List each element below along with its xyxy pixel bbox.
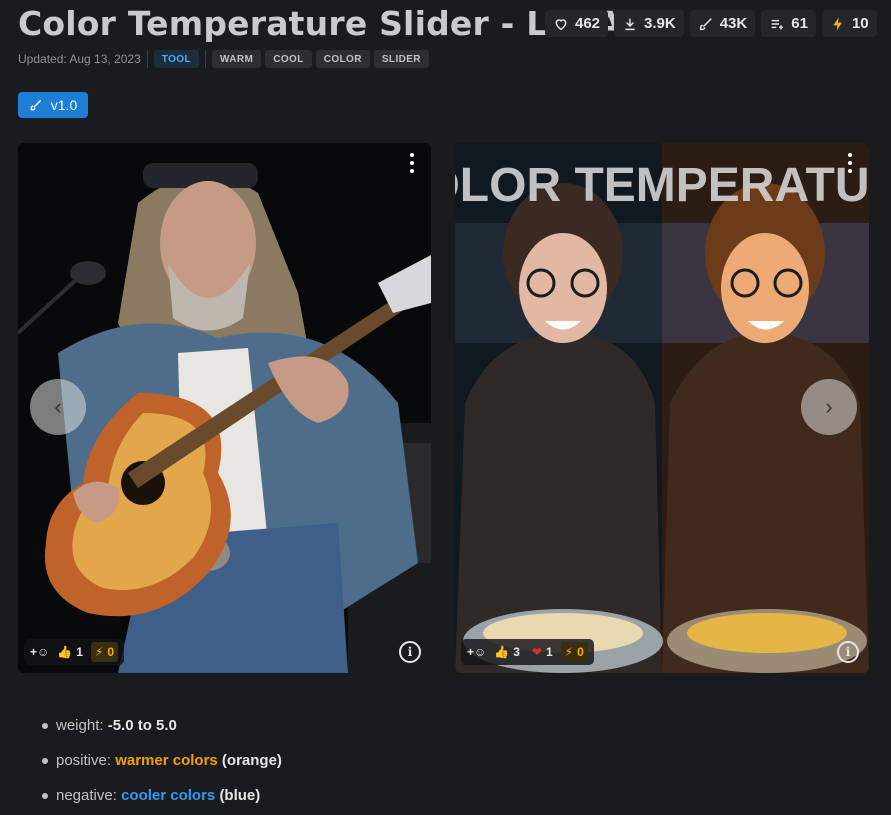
generation-stat[interactable]: 43K (689, 10, 756, 37)
version-label: v1.0 (50, 97, 78, 113)
buzz-stat[interactable]: 10 (821, 10, 877, 37)
collection-stat[interactable]: 61 (761, 10, 816, 37)
like-count: 462 (575, 15, 601, 32)
tag-warm[interactable]: WARM (211, 50, 262, 68)
more-options-icon[interactable] (843, 153, 857, 173)
negative-value: cooler colors (121, 787, 216, 804)
download-icon (625, 18, 635, 30)
page-title: Color Temperature Slider - LoRA (18, 4, 622, 43)
description-list: weight: -5.0 to 5.0 positive: warmer col… (42, 708, 282, 813)
thumbs-up-count: 1 (76, 645, 83, 659)
reaction-bar: +☺ 👍 3 ❤ 1 ⚡ 0 (461, 639, 594, 665)
list-item: negative: cooler colors (blue) (42, 778, 282, 813)
divider (204, 50, 206, 68)
add-reaction-button[interactable]: +☺ (30, 645, 49, 659)
bolt-icon: ⚡ (564, 645, 574, 659)
list-item: weight: -5.0 to 5.0 (42, 708, 282, 743)
tag-slider[interactable]: SLIDER (373, 50, 429, 68)
version-button[interactable]: v1.0 (18, 92, 88, 118)
buzz-reaction-count: 0 (107, 645, 115, 659)
thumbs-up-icon: 👍 (494, 645, 510, 659)
heart-reaction[interactable]: ❤ 1 (528, 642, 557, 662)
thumbs-up-count: 3 (513, 645, 520, 659)
tag-cool[interactable]: COOL (265, 50, 312, 68)
meta-row: Updated: Aug 13, 2023 TOOL WARM COOL COL… (18, 50, 429, 68)
buzz-reaction[interactable]: ⚡ 0 (560, 642, 588, 662)
stats-bar: 462 3.9K 43K 61 10 (545, 10, 877, 37)
negative-label: negative: (56, 787, 117, 804)
info-icon[interactable]: i (399, 641, 421, 663)
info-icon[interactable]: i (837, 641, 859, 663)
list-item: positive: warmer colors (orange) (42, 743, 282, 778)
buzz-reaction-count: 0 (577, 645, 584, 659)
playlist-add-icon (771, 19, 784, 29)
negative-note: (blue) (219, 787, 261, 804)
positive-label: positive: (56, 752, 112, 769)
buzz-reaction[interactable]: ⚡ 0 (90, 642, 119, 662)
chevron-right-icon[interactable]: › (801, 379, 857, 435)
brush-icon (30, 99, 41, 111)
weight-value: -5.0 to 5.0 (107, 717, 177, 734)
buzz-count: 10 (851, 15, 869, 32)
gallery-image-1[interactable]: ‹ +☺ 👍 1 ⚡ 0 i (18, 143, 431, 673)
heart-icon (555, 18, 567, 30)
collection-count: 61 (791, 15, 808, 32)
overlay-caption: COLOR TEMPERATURE (455, 159, 869, 212)
thumbs-up-reaction[interactable]: 👍 1 (53, 642, 87, 662)
divider (146, 50, 148, 68)
heart-count: 1 (545, 645, 553, 659)
weight-label: weight: (56, 717, 104, 734)
thumbs-up-icon: 👍 (57, 645, 73, 659)
updated-date: Updated: Aug 13, 2023 (18, 52, 141, 66)
bolt-icon: ⚡ (94, 645, 104, 659)
tag-color[interactable]: COLOR (315, 50, 370, 68)
download-count: 3.9K (644, 15, 676, 32)
positive-value: warmer colors (115, 752, 218, 769)
bolt-icon (833, 16, 842, 31)
more-options-icon[interactable] (405, 153, 419, 173)
download-stat[interactable]: 3.9K (614, 10, 684, 37)
heart-icon: ❤ (531, 645, 542, 659)
generation-count: 43K (719, 15, 748, 32)
tag-tool[interactable]: TOOL (153, 50, 199, 68)
chevron-left-icon[interactable]: ‹ (30, 379, 86, 435)
add-reaction-button[interactable]: +☺ (467, 645, 486, 659)
brush-icon (699, 17, 712, 30)
gallery-image-2[interactable]: COLOR TEMPERATURE › +☺ 👍 3 ❤ 1 ⚡ 0 i (455, 143, 869, 673)
thumbs-up-reaction[interactable]: 👍 3 (490, 642, 524, 662)
like-stat[interactable]: 462 (545, 10, 609, 37)
positive-note: (orange) (221, 752, 282, 769)
reaction-bar: +☺ 👍 1 ⚡ 0 (24, 639, 125, 665)
